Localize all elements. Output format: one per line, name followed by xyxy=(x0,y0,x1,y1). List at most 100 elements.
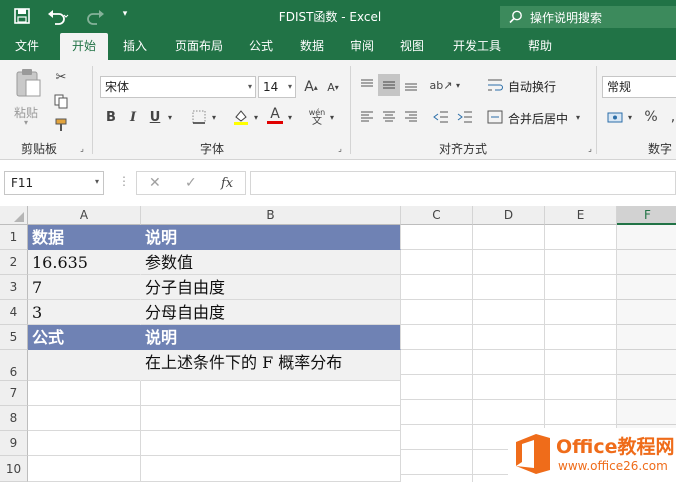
column-header-c[interactable]: C xyxy=(401,206,473,225)
cell-a10[interactable] xyxy=(28,456,141,482)
align-bottom-icon[interactable] xyxy=(400,74,422,96)
cell-b1[interactable]: 说明 xyxy=(141,225,401,250)
cell-b6[interactable]: 在上述条件下的 F 概率分布 xyxy=(141,350,401,381)
cell-a1[interactable]: 数据 xyxy=(28,225,141,250)
row-header[interactable]: 8 xyxy=(0,406,28,431)
cell-a3[interactable]: 7 xyxy=(28,275,141,300)
name-box[interactable]: F11 ▾ xyxy=(4,171,104,195)
merge-center-label[interactable]: 合并后居中 xyxy=(508,110,568,127)
cell-a5[interactable]: 公式 xyxy=(28,325,141,350)
copy-icon[interactable] xyxy=(50,90,72,112)
column-header-d[interactable]: D xyxy=(473,206,545,225)
row-header[interactable]: 10 xyxy=(0,456,28,482)
cancel-icon[interactable]: ✕ xyxy=(149,175,161,191)
cell-a9[interactable] xyxy=(28,431,141,456)
redo-icon[interactable] xyxy=(84,6,108,26)
decrease-font-size-icon[interactable]: A ▾ xyxy=(322,76,344,98)
save-icon[interactable] xyxy=(12,6,32,26)
chevron-down-icon[interactable]: ▾ xyxy=(624,106,636,128)
decrease-indent-icon[interactable] xyxy=(430,106,452,128)
column-header-e[interactable]: E xyxy=(545,206,617,225)
cell-a6[interactable] xyxy=(28,350,141,381)
align-center-icon[interactable] xyxy=(378,106,400,128)
accounting-format-icon[interactable] xyxy=(604,106,626,128)
font-name-select[interactable]: 宋体 ▾ xyxy=(100,76,256,98)
chevron-down-icon[interactable]: ▾ xyxy=(572,106,584,128)
column-header-a[interactable]: A xyxy=(28,206,141,225)
tab-page-layout[interactable]: 页面布局 xyxy=(166,33,232,60)
row-header[interactable]: 6 xyxy=(0,350,28,381)
chevron-down-icon[interactable]: ▾ xyxy=(208,106,220,128)
undo-icon[interactable] xyxy=(46,6,70,26)
tab-formulas[interactable]: 公式 xyxy=(240,33,282,60)
clipboard-launcher-icon[interactable]: ⌟ xyxy=(76,142,88,154)
row-header[interactable]: 5 xyxy=(0,325,28,350)
row-header[interactable]: 7 xyxy=(0,381,28,406)
row-header[interactable]: 1 xyxy=(0,225,28,250)
cell-b4[interactable]: 分母自由度 xyxy=(141,300,401,325)
alignment-launcher-icon[interactable]: ⌟ xyxy=(584,142,596,154)
column-header-f[interactable]: F xyxy=(617,206,676,225)
fill-color-icon[interactable] xyxy=(230,106,252,128)
cell-b3[interactable]: 分子自由度 xyxy=(141,275,401,300)
align-left-icon[interactable] xyxy=(356,106,378,128)
wrap-text-icon[interactable] xyxy=(484,74,506,96)
tab-view[interactable]: 视图 xyxy=(390,33,434,60)
chevron-down-icon[interactable]: ▾ xyxy=(452,74,464,96)
cell-a8[interactable] xyxy=(28,406,141,431)
increase-font-size-icon[interactable]: A ▴ xyxy=(300,76,322,98)
chevron-down-icon[interactable]: ▾ xyxy=(250,106,262,128)
insert-function-button[interactable]: fx xyxy=(221,176,233,191)
comma-style-icon[interactable]: , xyxy=(662,106,676,128)
chevron-down-icon[interactable]: ▾ xyxy=(164,106,176,128)
font-color-icon[interactable]: A xyxy=(264,104,286,126)
tab-insert[interactable]: 插入 xyxy=(112,33,158,60)
font-size-select[interactable]: 14 ▾ xyxy=(258,76,296,98)
italic-button[interactable]: I xyxy=(122,106,144,128)
cell-a7[interactable] xyxy=(28,381,141,406)
align-middle-icon[interactable] xyxy=(378,74,400,96)
row-header[interactable]: 3 xyxy=(0,275,28,300)
column-header-b[interactable]: B xyxy=(141,206,401,225)
tab-home[interactable]: 开始 xyxy=(60,33,108,60)
tab-developer[interactable]: 开发工具 xyxy=(444,33,510,60)
paste-button[interactable]: 粘贴 ▾ xyxy=(8,66,48,130)
tab-data[interactable]: 数据 xyxy=(290,33,334,60)
chevron-down-icon[interactable]: ▾ xyxy=(284,106,296,128)
customize-qat-icon[interactable]: ▾ xyxy=(118,9,132,23)
underline-button[interactable]: U xyxy=(144,106,166,128)
cell-a2[interactable]: 16.635 xyxy=(28,250,141,275)
cell-b5[interactable]: 说明 xyxy=(141,325,401,350)
cell-b8[interactable] xyxy=(141,406,401,431)
borders-icon[interactable] xyxy=(188,106,210,128)
tab-help[interactable]: 帮助 xyxy=(518,33,562,60)
merge-center-icon[interactable] xyxy=(484,106,506,128)
percent-style-button[interactable]: % xyxy=(640,106,662,128)
cell-b2[interactable]: 参数值 xyxy=(141,250,401,275)
tell-me-search[interactable]: 操作说明搜索 xyxy=(500,6,676,28)
row-header[interactable]: 9 xyxy=(0,431,28,456)
align-top-icon[interactable] xyxy=(356,74,378,96)
bold-button[interactable]: B xyxy=(100,106,122,128)
cell-b9[interactable] xyxy=(141,431,401,456)
chevron-down-icon[interactable]: ▾ xyxy=(326,106,338,128)
row-header[interactable]: 2 xyxy=(0,250,28,275)
enter-icon[interactable]: ✓ xyxy=(185,175,197,191)
row-header[interactable]: 4 xyxy=(0,300,28,325)
cell-b7[interactable] xyxy=(141,381,401,406)
format-painter-icon[interactable] xyxy=(50,114,72,136)
number-format-select[interactable]: 常规 xyxy=(602,76,676,98)
increase-indent-icon[interactable] xyxy=(454,106,476,128)
tab-review[interactable]: 审阅 xyxy=(340,33,384,60)
orientation-icon[interactable]: ab↗ xyxy=(430,74,453,96)
cell-b10[interactable] xyxy=(141,456,401,482)
cell-a4[interactable]: 3 xyxy=(28,300,141,325)
tab-file[interactable]: 文件 xyxy=(4,33,50,60)
phonetic-guide-icon[interactable]: wén 文 xyxy=(306,106,328,128)
cut-icon[interactable]: ✂ xyxy=(50,66,72,88)
select-all-corner[interactable] xyxy=(0,206,28,225)
align-right-icon[interactable] xyxy=(400,106,422,128)
font-launcher-icon[interactable]: ⌟ xyxy=(334,142,346,154)
wrap-text-label[interactable]: 自动换行 xyxy=(508,78,556,95)
formula-input[interactable] xyxy=(250,171,676,195)
